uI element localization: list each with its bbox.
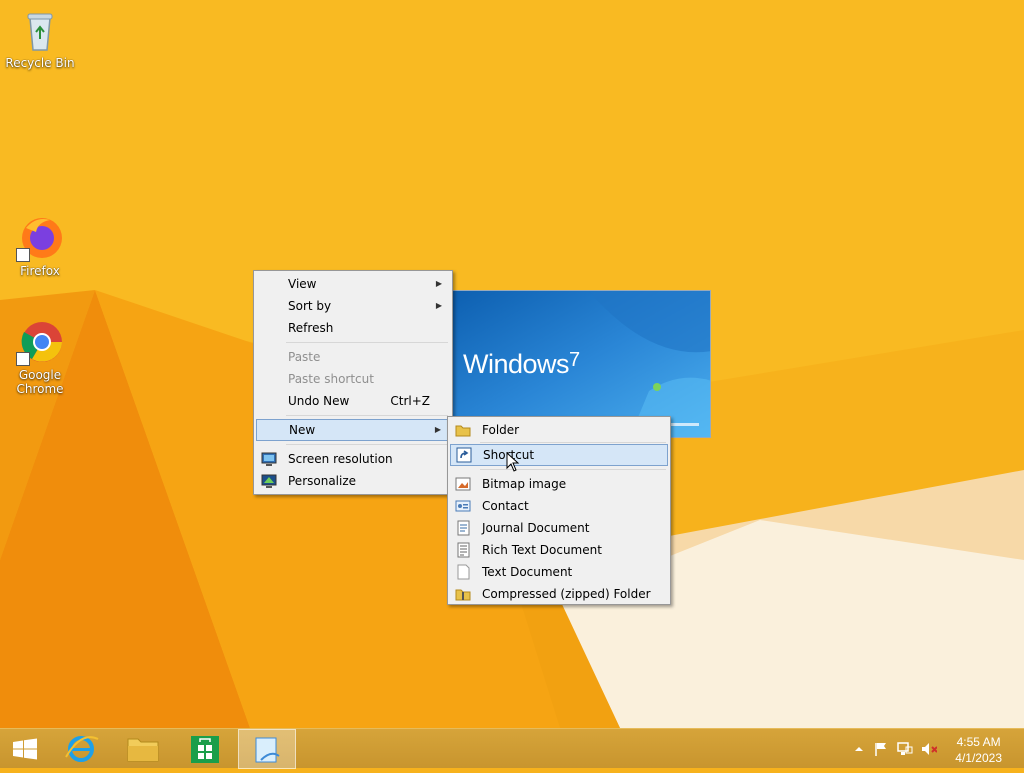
menu-item-personalize[interactable]: Personalize [256,470,450,492]
new-submenu: Folder Shortcut Bitmap image [447,416,671,605]
submenu-item-shortcut[interactable]: Shortcut [450,444,668,466]
menu-item-label: Rich Text Document [482,543,602,557]
shortcut-arrow-icon [16,352,30,366]
firefox-icon [16,214,64,262]
desktop[interactable]: Recycle Bin Firefox Google Chrome Window… [0,0,1024,728]
submenu-item-text-document[interactable]: Text Document [450,561,668,583]
firefox-label: Firefox [20,264,60,278]
submenu-item-rich-text-document[interactable]: Rich Text Document [450,539,668,561]
chrome-label: Google Chrome [16,368,64,396]
submenu-arrow-icon: ▶ [435,301,442,310]
zip-folder-icon [455,589,471,601]
menu-separator [286,342,448,343]
recycle-bin-shortcut[interactable]: Recycle Bin [0,6,80,70]
bitmap-icon [455,477,471,491]
shortcut-arrow-icon [16,248,30,262]
app-window-icon [255,737,280,763]
rich-text-icon [457,542,470,558]
action-center-flag-icon[interactable] [873,741,889,757]
chrome-shortcut[interactable]: Google Chrome [0,318,80,396]
store-icon [191,736,219,763]
firefox-shortcut[interactable]: Firefox [0,214,80,278]
menu-item-label: New [289,423,316,437]
folder-icon [455,425,471,437]
menu-item-label: Paste shortcut [288,372,374,386]
menu-item-new[interactable]: New ▶ [256,419,450,441]
menu-separator [480,442,666,443]
menu-item-screen-resolution[interactable]: Screen resolution [256,448,450,470]
menu-item-label: View [288,277,317,291]
text-document-icon [457,564,470,580]
show-hidden-icons-icon[interactable] [851,741,867,757]
submenu-item-folder[interactable]: Folder [450,419,668,441]
menu-item-label: Folder [482,423,520,437]
menu-separator [286,415,448,416]
volume-muted-icon[interactable] [921,741,937,757]
recycle-bin-icon [16,6,64,54]
windows-logo-icon [13,738,37,760]
menu-item-label: Undo New [288,394,350,408]
network-icon[interactable] [897,741,913,757]
mouse-cursor-icon [506,452,520,472]
windows7-logo-text: Windows7 [463,349,580,379]
submenu-item-contact[interactable]: Contact [450,495,668,517]
menu-item-label: Text Document [482,565,573,579]
menu-item-undo-new[interactable]: Undo New Ctrl+Z [256,390,450,412]
submenu-arrow-icon: ▶ [434,425,441,434]
menu-item-label: Personalize [288,474,357,488]
personalize-icon [261,474,277,488]
taskbar-file-explorer[interactable] [114,729,172,769]
submenu-item-journal-document[interactable]: Journal Document [450,517,668,539]
start-button[interactable] [0,729,50,769]
menu-item-label: Compressed (zipped) Folder [482,587,651,601]
menu-item-paste[interactable]: Paste [256,346,450,368]
contact-icon [455,500,471,512]
menu-item-label: Refresh [288,321,334,335]
journal-icon [457,520,470,536]
internet-explorer-icon [65,736,99,762]
menu-item-label: Contact [482,499,529,513]
menu-item-label: Journal Document [482,521,590,535]
shortcut-icon [456,447,472,463]
desktop-context-menu: View ▶ Sort by ▶ Refresh Paste Paste sho… [253,270,453,495]
recycle-bin-label: Recycle Bin [5,56,75,70]
system-clock[interactable]: 4:55 AM 4/1/2023 [955,734,1002,766]
menu-item-paste-shortcut[interactable]: Paste shortcut [256,368,450,390]
menu-item-label: Screen resolution [288,452,393,466]
menu-item-sort-by[interactable]: Sort by ▶ [256,295,450,317]
taskbar-store[interactable] [176,729,234,769]
menu-item-label: Paste [288,350,321,364]
shortcut-key-label: Ctrl+Z [390,394,430,408]
taskbar-internet-explorer[interactable] [52,729,110,769]
submenu-item-bitmap-image[interactable]: Bitmap image [450,473,668,495]
menu-item-refresh[interactable]: Refresh [256,317,450,339]
file-explorer-icon [127,738,159,762]
menu-item-label: Sort by [288,299,332,313]
submenu-arrow-icon: ▶ [435,279,442,288]
clock-time: 4:55 AM [956,735,1001,749]
taskbar: 4:55 AM 4/1/2023 [0,728,1024,769]
menu-item-view[interactable]: View ▶ [256,273,450,295]
menu-item-label: Bitmap image [482,477,567,491]
submenu-item-compressed-folder[interactable]: Compressed (zipped) Folder [450,583,668,605]
menu-separator [286,444,448,445]
chrome-icon [16,318,64,366]
taskbar-active-app[interactable] [238,729,296,769]
screen-resolution-icon [261,452,277,466]
clock-date: 4/1/2023 [955,751,1002,765]
